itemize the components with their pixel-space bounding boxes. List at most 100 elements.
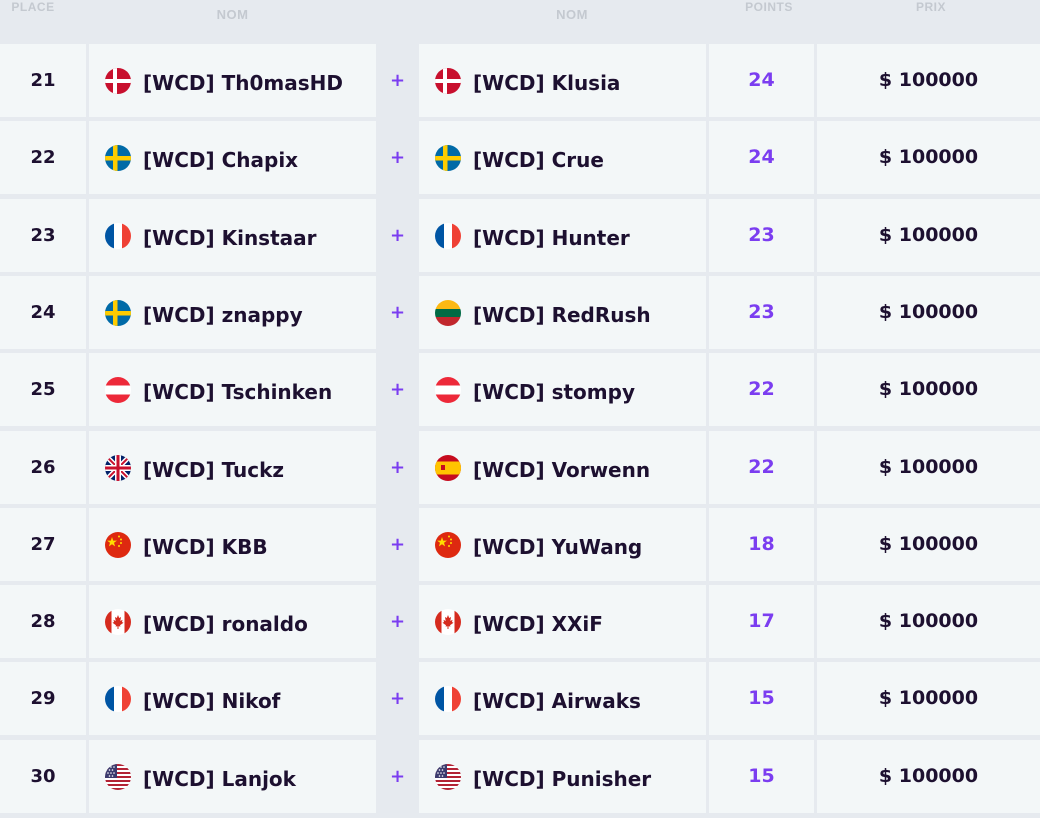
points-cell: 17 [709, 585, 814, 658]
player-2-name[interactable]: [WCD] Punisher [473, 740, 651, 813]
prize-cell: $ 100000 [817, 276, 1040, 349]
plus-icon: + [389, 457, 406, 478]
plus-icon: + [389, 534, 406, 555]
flag-france-icon [105, 686, 131, 712]
player-2-name[interactable]: [WCD] YuWang [473, 508, 642, 581]
points-cell: 18 [709, 508, 814, 581]
points-cell: 22 [709, 431, 814, 504]
flag-canada-icon [105, 609, 131, 635]
player-1-cell: [WCD] znappy [89, 276, 376, 349]
player-1-cell: [WCD] ronaldo [89, 585, 376, 658]
player-1-name[interactable]: [WCD] znappy [143, 276, 303, 349]
flag-denmark-icon [105, 68, 131, 94]
table-row: 25 [WCD] Tschinken + [WCD] stompy 22 $ 100000 [0, 353, 1040, 426]
flag-sweden-icon [105, 145, 131, 171]
place-cell: 21 [0, 44, 86, 117]
prize-cell: $ 100000 [817, 121, 1040, 194]
table-row: 24 [WCD] znappy + [WCD] RedRush 23 $ 100000 [0, 276, 1040, 349]
player-1-cell: [WCD] Kinstaar [89, 199, 376, 272]
place-cell: 28 [0, 585, 86, 658]
table-row: 21 [WCD] Th0masHD + [WCD] Klusia 24 $ 100000 [0, 44, 1040, 117]
plus-icon: + [389, 147, 406, 168]
flag-austria-icon [105, 377, 131, 403]
points-cell: 24 [709, 121, 814, 194]
flag-france-icon [435, 686, 461, 712]
table-row: 23 [WCD] Kinstaar + [WCD] Hunter 23 $ 100000 [0, 199, 1040, 272]
table-row: 30 [WCD] Lanjok + [WCD] Punisher 15 $ 100000 [0, 740, 1040, 813]
player-1-name[interactable]: [WCD] Tuckz [143, 431, 284, 504]
flag-sweden-icon [435, 145, 461, 171]
player-1-cell: [WCD] Tschinken [89, 353, 376, 426]
prize-cell: $ 100000 [817, 44, 1040, 117]
player-2-name[interactable]: [WCD] Vorwenn [473, 431, 650, 504]
player-1-name[interactable]: [WCD] KBB [143, 508, 268, 581]
prize-cell: $ 100000 [817, 740, 1040, 813]
flag-france-icon [435, 223, 461, 249]
prize-cell: $ 100000 [817, 662, 1040, 735]
flag-lithuania-icon [435, 300, 461, 326]
prize-cell: $ 100000 [817, 199, 1040, 272]
flag-usa-icon [105, 764, 131, 790]
place-cell: 25 [0, 353, 86, 426]
place-cell: 24 [0, 276, 86, 349]
player-2-name[interactable]: [WCD] stompy [473, 353, 635, 426]
player-2-cell: [WCD] Vorwenn [419, 431, 706, 504]
player-1-cell: [WCD] Th0masHD [89, 44, 376, 117]
player-2-name[interactable]: [WCD] XXiF [473, 585, 603, 658]
player-1-cell: [WCD] Chapix [89, 121, 376, 194]
place-cell: 23 [0, 199, 86, 272]
header-points: POINTS [745, 0, 793, 14]
place-cell: 30 [0, 740, 86, 813]
player-1-cell: [WCD] Lanjok [89, 740, 376, 813]
plus-icon: + [389, 70, 406, 91]
plus-icon: + [389, 688, 406, 709]
player-1-cell: [WCD] KBB [89, 508, 376, 581]
header-name-2: NOM [556, 7, 588, 22]
plus-icon: + [389, 766, 406, 787]
header-name-1: NOM [216, 7, 249, 22]
flag-spain-icon [435, 455, 461, 481]
points-cell: 23 [709, 199, 814, 272]
player-2-name[interactable]: [WCD] RedRush [473, 276, 651, 349]
place-cell: 26 [0, 431, 86, 504]
header-prize: PRIX [915, 0, 946, 14]
player-2-cell: [WCD] RedRush [419, 276, 706, 349]
place-cell: 22 [0, 121, 86, 194]
flag-austria-icon [435, 377, 461, 403]
flag-china-icon [435, 532, 461, 558]
player-2-name[interactable]: [WCD] Klusia [473, 44, 620, 117]
player-1-name[interactable]: [WCD] Nikof [143, 662, 280, 735]
flag-sweden-icon [105, 300, 131, 326]
flag-canada-icon [435, 609, 461, 635]
player-1-name[interactable]: [WCD] Chapix [143, 121, 298, 194]
points-cell: 24 [709, 44, 814, 117]
player-2-name[interactable]: [WCD] Crue [473, 121, 604, 194]
place-cell: 27 [0, 508, 86, 581]
flag-denmark-icon [435, 68, 461, 94]
player-2-cell: [WCD] Crue [419, 121, 706, 194]
table-row: 27 [WCD] KBB + [WCD] YuWang 18 $ 100000 [0, 508, 1040, 581]
player-1-name[interactable]: [WCD] Kinstaar [143, 199, 317, 272]
player-1-name[interactable]: [WCD] Th0masHD [143, 44, 343, 117]
table-row: 22 [WCD] Chapix + [WCD] Crue 24 $ 100000 [0, 121, 1040, 194]
plus-icon: + [389, 225, 406, 246]
player-1-cell: [WCD] Tuckz [89, 431, 376, 504]
prize-cell: $ 100000 [817, 585, 1040, 658]
header-place: PLACE [11, 0, 55, 14]
player-2-cell: [WCD] YuWang [419, 508, 706, 581]
player-1-name[interactable]: [WCD] ronaldo [143, 585, 308, 658]
plus-icon: + [389, 379, 406, 400]
player-1-name[interactable]: [WCD] Tschinken [143, 353, 332, 426]
flag-uk-icon [105, 455, 131, 481]
player-2-name[interactable]: [WCD] Airwaks [473, 662, 641, 735]
player-2-cell: [WCD] XXiF [419, 585, 706, 658]
player-2-name[interactable]: [WCD] Hunter [473, 199, 630, 272]
player-1-cell: [WCD] Nikof [89, 662, 376, 735]
leaderboard-table: PLACE NOM NOM POINTS PRIX 21 [WCD] Th0mas… [0, 0, 1040, 818]
table-row: 26 [WCD] Tuckz + [WCD] Vorwenn 22 $ 100000 [0, 431, 1040, 504]
prize-cell: $ 100000 [817, 508, 1040, 581]
player-1-name[interactable]: [WCD] Lanjok [143, 740, 296, 813]
prize-cell: $ 100000 [817, 431, 1040, 504]
table-header: PLACE NOM NOM POINTS PRIX [0, 0, 1040, 44]
flag-france-icon [105, 223, 131, 249]
